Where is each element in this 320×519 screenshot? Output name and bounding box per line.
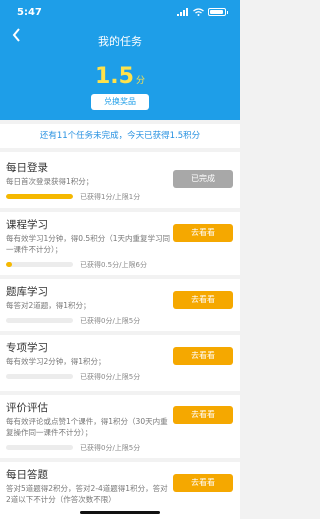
task-notice: 还有11个任务未完成，今天已获得1.5积分: [0, 124, 240, 148]
task-progress-text: 已获得1分/上限1分: [80, 193, 141, 201]
task-progress: [6, 194, 73, 199]
points-display: 1.5 分: [0, 64, 240, 89]
status-time: 5:47: [17, 7, 42, 18]
task-go-button[interactable]: 去看看: [173, 406, 233, 424]
signal-icon: [176, 8, 188, 16]
task-title: 评价评估: [6, 402, 48, 414]
task-progress-text: 已获得0分/上限5分: [80, 444, 141, 452]
task-title: 每日登录: [6, 162, 48, 174]
task-title: 题库学习: [6, 286, 48, 298]
points-value: 1.5: [95, 64, 134, 89]
battery-tip: [226, 10, 228, 14]
task-progress: [6, 445, 73, 450]
task-title: 课程学习: [6, 219, 48, 231]
progress-fill: [6, 262, 12, 267]
task-progress-text: 已获得0分/上限5分: [80, 317, 141, 325]
status-bar: 5:47: [0, 0, 240, 22]
task-desc: 每有效评论或点赞1个课件，得1积分（30天内重复操作同一课件不计分）；: [6, 417, 168, 437]
task-card-question-bank: 题库学习 每答对2道题，得1积分； 已获得0分/上限5分 去看看: [0, 279, 240, 331]
task-title: 专项学习: [6, 342, 48, 354]
task-progress: [6, 318, 73, 323]
task-desc: 每有效学习1分钟，得0.5积分（1天内重复学习同一课件不计分）；: [6, 234, 170, 254]
task-title: 每日答题: [6, 469, 48, 481]
status-icons: [176, 8, 228, 16]
task-progress-text: 已获得0.5分/上限6分: [80, 261, 147, 269]
task-desc: 每日首次登录获得1积分；: [6, 177, 94, 186]
redeem-button[interactable]: 兑换奖品: [91, 94, 149, 110]
page-title: 我的任务: [98, 35, 142, 48]
home-indicator: [80, 511, 160, 514]
task-done-button: 已完成: [173, 170, 233, 188]
wifi-icon: [192, 8, 204, 16]
task-desc: 每有效学习2分钟，得1积分；: [6, 357, 106, 366]
points-unit: 分: [135, 76, 145, 86]
battery-icon: [207, 8, 226, 16]
task-card-course-study: 课程学习 每有效学习1分钟，得0.5积分（1天内重复学习同一课件不计分）； 已获…: [0, 212, 240, 275]
task-go-button[interactable]: 去看看: [173, 474, 233, 492]
nav-bar: 我的任务: [0, 28, 240, 48]
task-progress: [6, 262, 73, 267]
task-go-button[interactable]: 去看看: [173, 224, 233, 242]
task-progress-text: 已获得0分/上限5分: [80, 373, 141, 381]
task-card-evaluation: 评价评估 每有效评论或点赞1个课件，得1积分（30天内重复操作同一课件不计分）；…: [0, 395, 240, 458]
task-go-button[interactable]: 去看看: [173, 291, 233, 309]
task-card-daily-login: 每日登录 每日首次登录获得1积分； 已获得1分/上限1分 已完成: [0, 152, 240, 208]
progress-fill: [6, 194, 73, 199]
task-go-button[interactable]: 去看看: [173, 347, 233, 365]
task-desc: 答对5道题得2积分，答对2-4道题得1积分，答对2道以下不计分（作答次数不限）: [6, 484, 168, 504]
task-card-special-study: 专项学习 每有效学习2分钟，得1积分； 已获得0分/上限5分 去看看: [0, 335, 240, 391]
task-progress: [6, 374, 73, 379]
task-desc: 每答对2道题，得1积分；: [6, 301, 91, 310]
header: 5:47 我的任务 1.5 分 兑换奖品: [0, 0, 240, 120]
